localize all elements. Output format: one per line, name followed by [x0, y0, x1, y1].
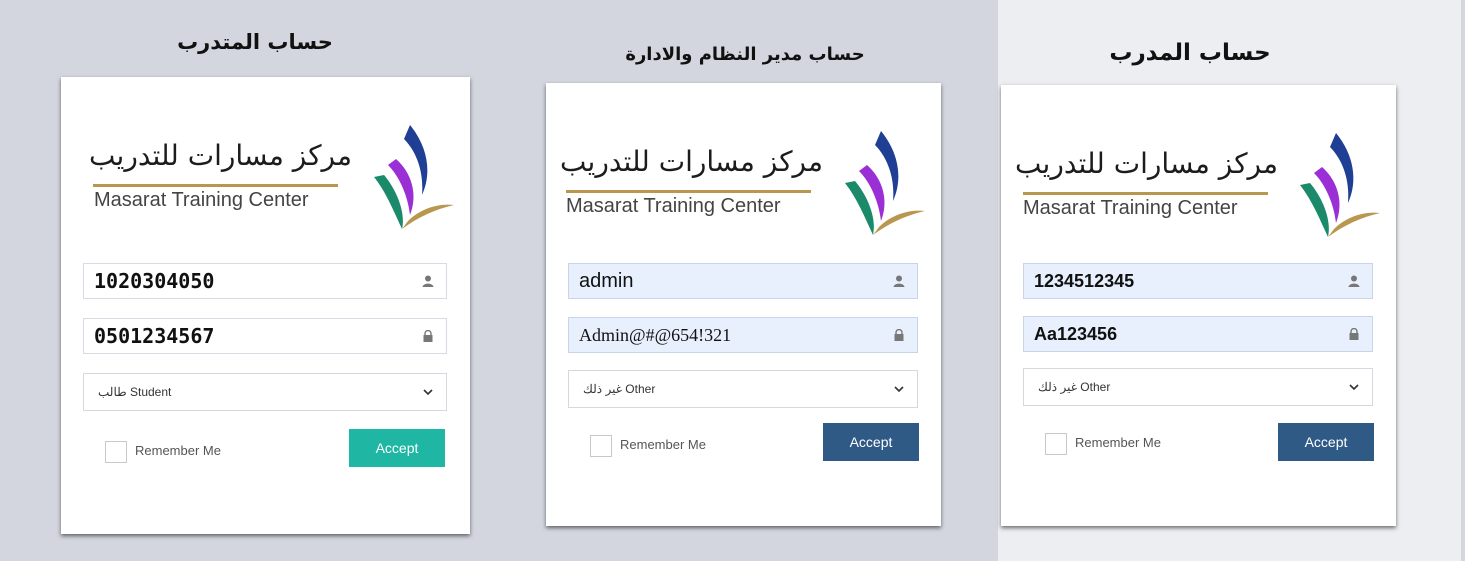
user-icon: [422, 275, 434, 287]
remember-me-checkbox[interactable]: [590, 435, 612, 457]
password-value: 0501234567: [94, 324, 215, 348]
logo: مركز مسارات للتدريب Masarat Training Cen…: [1001, 85, 1396, 265]
role-select[interactable]: طالب Student: [83, 373, 447, 411]
username-field[interactable]: admin: [568, 263, 918, 299]
password-value: Aa123456: [1034, 324, 1118, 344]
admin-login-card: مركز مسارات للتدريب Masarat Training Cen…: [546, 83, 941, 526]
logo-arabic-text: مركز مسارات للتدريب: [560, 145, 823, 178]
chevron-down-icon: [423, 389, 433, 396]
password-field[interactable]: Aa123456: [1023, 316, 1373, 352]
logo-english-text: Masarat Training Center: [566, 195, 781, 217]
logo-mark-icon: [374, 125, 454, 229]
remember-me-label: Remember Me: [620, 437, 706, 452]
logo: مركز مسارات للتدريب Masarat Training Cen…: [61, 77, 470, 257]
trainer-login-card: مركز مسارات للتدريب Masarat Training Cen…: [1001, 85, 1396, 526]
lock-icon: [423, 330, 433, 342]
accept-button[interactable]: Accept: [349, 429, 445, 467]
logo-english-text: Masarat Training Center: [94, 189, 309, 211]
role-selected-option: طالب Student: [98, 385, 172, 399]
remember-me-checkbox[interactable]: [105, 441, 127, 463]
lock-icon: [1349, 328, 1359, 340]
remember-me-checkbox[interactable]: [1045, 433, 1067, 455]
logo-mark-icon: [1300, 133, 1380, 237]
student-login-card: مركز مسارات للتدريب Masarat Training Cen…: [61, 77, 470, 534]
lock-icon: [894, 329, 904, 341]
chevron-down-icon: [1349, 384, 1359, 391]
logo: مركز مسارات للتدريب Masarat Training Cen…: [546, 83, 941, 263]
chevron-down-icon: [894, 386, 904, 393]
student-heading: حساب المتدرب: [177, 30, 333, 54]
role-selected-option: غير ذلك Other: [583, 382, 656, 396]
user-icon: [1348, 275, 1360, 287]
logo-divider: [566, 190, 811, 193]
username-field[interactable]: 1020304050: [83, 263, 447, 299]
accept-button[interactable]: Accept: [823, 423, 919, 461]
username-value: 1020304050: [94, 269, 215, 293]
role-select[interactable]: غير ذلك Other: [568, 370, 918, 408]
admin-heading: حساب مدير النظام والادارة: [625, 44, 865, 65]
logo-mark-icon: [845, 131, 925, 235]
username-value: admin: [579, 270, 634, 292]
password-field[interactable]: 0501234567: [83, 318, 447, 354]
remember-me-label: Remember Me: [135, 443, 221, 458]
trainer-heading: حساب المدرب: [1109, 40, 1271, 66]
logo-divider: [1023, 192, 1268, 195]
user-icon: [893, 275, 905, 287]
password-value: Admin@#@654!321: [579, 325, 732, 345]
username-value: 1234512345: [1034, 271, 1135, 291]
accept-button[interactable]: Accept: [1278, 423, 1374, 461]
logo-arabic-text: مركز مسارات للتدريب: [89, 139, 352, 172]
role-select[interactable]: غير ذلك Other: [1023, 368, 1373, 406]
logo-divider: [93, 184, 338, 187]
logo-english-text: Masarat Training Center: [1023, 197, 1238, 219]
username-field[interactable]: 1234512345: [1023, 263, 1373, 299]
logo-arabic-text: مركز مسارات للتدريب: [1015, 147, 1278, 180]
password-field[interactable]: Admin@#@654!321: [568, 317, 918, 353]
remember-me-label: Remember Me: [1075, 435, 1161, 450]
role-selected-option: غير ذلك Other: [1038, 380, 1111, 394]
